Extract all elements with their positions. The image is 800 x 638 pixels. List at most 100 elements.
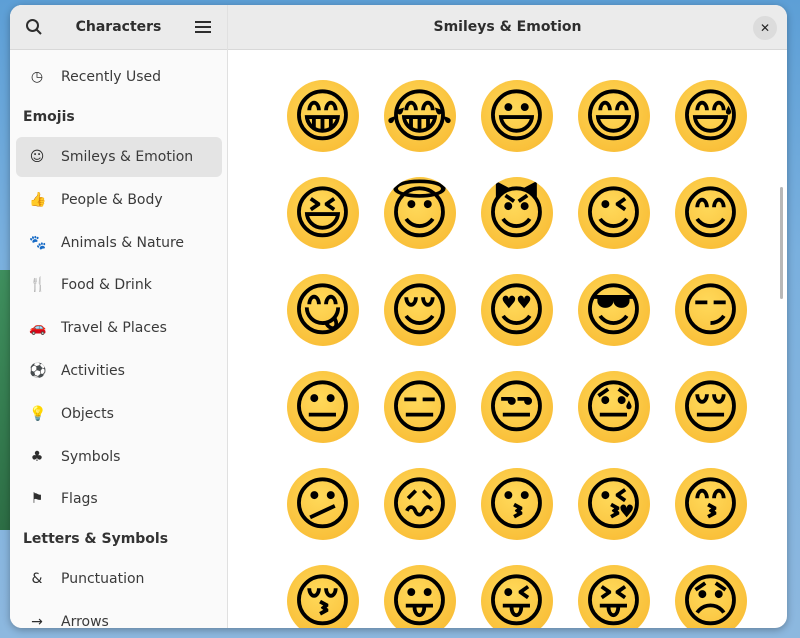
emoji-cell[interactable]: 😒 — [468, 358, 565, 455]
emoji-glyph: 😇 — [384, 177, 456, 249]
emoji-grid: 😁 😂 😃 😄 😅 😆😇 😈😉😊 😋😌 😍 😎 😏 😐😑😒😓😔 😕 😖 😗😘😙 😚😛 😜 😝 😞 — [274, 67, 759, 628]
emoji-cell[interactable]: 😍 — [468, 261, 565, 358]
sidebar-item-smileys-emotion[interactable]: ☺ Smileys & Emotion — [16, 137, 222, 177]
sidebar-item-label: Recently Used — [61, 69, 161, 85]
emoji-cell[interactable]: 😞 — [662, 552, 759, 628]
section-emojis: Emojis — [23, 109, 75, 125]
category-icon: ⚽ — [29, 363, 45, 379]
search-button[interactable] — [22, 15, 46, 39]
sidebar-item-objects[interactable]: 💡 Objects — [16, 394, 222, 434]
sidebar-item-label: Symbols — [61, 449, 120, 465]
sidebar-item-people-body[interactable]: 👍 People & Body — [16, 180, 222, 220]
emoji-glyph: 😓 — [578, 371, 650, 443]
sidebar-item-travel-places[interactable]: 🚗 Travel & Places — [16, 308, 222, 348]
category-icon: 🐾 — [29, 235, 45, 251]
emoji-glyph: 😞 — [675, 565, 747, 629]
category-icon: ☺ — [29, 149, 45, 165]
sidebar-item-symbols[interactable]: ♣ Symbols — [16, 437, 222, 477]
emoji-glyph: 😕 — [287, 468, 359, 540]
emoji-cell[interactable]: 😇 — [371, 164, 468, 261]
emoji-glyph: 😛 — [384, 565, 456, 629]
emoji-glyph: 😂 — [384, 80, 456, 152]
emoji-cell[interactable]: 😔 — [662, 358, 759, 455]
app-title: Characters — [76, 19, 162, 35]
sidebar-item-punctuation[interactable]: &Punctuation — [16, 559, 222, 599]
sidebar-header: Characters — [10, 5, 227, 50]
category-icon: ♣ — [29, 449, 45, 465]
sidebar-item-recently-used[interactable]: ◷ Recently Used — [16, 57, 222, 97]
emoji-glyph: 😃 — [481, 80, 553, 152]
emoji-cell[interactable]: 😃 — [468, 67, 565, 164]
emoji-cell[interactable]: 😆 — [274, 164, 371, 261]
sidebar-item-label: Activities — [61, 363, 125, 379]
main-header: Smileys & Emotion ✕ — [228, 5, 787, 50]
emoji-glyph: 😜 — [481, 565, 553, 629]
category-icon: & — [29, 571, 45, 587]
emoji-glyph: 😁 — [287, 80, 359, 152]
sidebar-item-label: People & Body — [61, 192, 163, 208]
search-icon — [25, 18, 43, 36]
emoji-glyph: 😏 — [675, 274, 747, 346]
sidebar-item-label: Travel & Places — [61, 320, 167, 336]
emoji-glyph: 😍 — [481, 274, 553, 346]
emoji-cell[interactable]: 😂 — [371, 67, 468, 164]
category-icon: ⚑ — [29, 491, 45, 507]
emoji-glyph: 😗 — [481, 468, 553, 540]
sidebar-item-label: Food & Drink — [61, 277, 152, 293]
characters-window: Characters ◷ Recently Used Emojis ☺ Smile… — [10, 5, 787, 628]
main-menu-button[interactable] — [191, 15, 215, 39]
sidebar-item-label: Flags — [61, 491, 98, 507]
emoji-cell[interactable]: 😕 — [274, 455, 371, 552]
category-icon: 🚗 — [29, 320, 45, 336]
emoji-cell[interactable]: 😊 — [662, 164, 759, 261]
clock-icon: ◷ — [29, 69, 45, 85]
emoji-glyph: 😎 — [578, 274, 650, 346]
scrollbar[interactable] — [780, 187, 783, 299]
emoji-cell[interactable]: 😝 — [565, 552, 662, 628]
emoji-cell[interactable]: 😓 — [565, 358, 662, 455]
emoji-glyph: 😑 — [384, 371, 456, 443]
emoji-cell[interactable]: 😄 — [565, 67, 662, 164]
emoji-cell[interactable]: 😖 — [371, 455, 468, 552]
emoji-glyph: 😄 — [578, 80, 650, 152]
emoji-cell[interactable]: 😙 — [662, 455, 759, 552]
emoji-cell[interactable]: 😁 — [274, 67, 371, 164]
main-panel: Smileys & Emotion ✕ 😁 😂 😃 😄 😅 😆😇 😈😉😊 😋😌 😍 😎 😏 😐😑😒😓😔… — [228, 5, 787, 628]
emoji-cell[interactable]: 😑 — [371, 358, 468, 455]
category-icon: 💡 — [29, 406, 45, 422]
hamburger-icon — [195, 20, 211, 34]
sidebar-item-label: Animals & Nature — [61, 235, 184, 251]
sidebar-item-flags[interactable]: ⚑ Flags — [16, 479, 222, 519]
sidebar-item-activities[interactable]: ⚽ Activities — [16, 351, 222, 391]
emoji-glyph: 😅 — [675, 80, 747, 152]
sidebar-item-label: Objects — [61, 406, 114, 422]
emoji-cell[interactable]: 😘 — [565, 455, 662, 552]
emoji-cell[interactable]: 😅 — [662, 67, 759, 164]
category-icon: 👍 — [29, 192, 45, 208]
emoji-glyph: 😈 — [481, 177, 553, 249]
sidebar-item-label: Arrows — [61, 614, 109, 628]
emoji-cell[interactable]: 😎 — [565, 261, 662, 358]
emoji-cell[interactable]: 😋 — [274, 261, 371, 358]
emoji-cell[interactable]: 😐 — [274, 358, 371, 455]
section-letters-symbols: Letters & Symbols — [23, 531, 168, 547]
emoji-cell[interactable]: 😚 — [274, 552, 371, 628]
sidebar: Characters ◷ Recently Used Emojis ☺ Smile… — [10, 5, 228, 628]
emoji-cell[interactable]: 😗 — [468, 455, 565, 552]
emoji-glyph: 😖 — [384, 468, 456, 540]
emoji-cell[interactable]: 😏 — [662, 261, 759, 358]
view-title: Smileys & Emotion — [433, 19, 581, 35]
emoji-cell[interactable]: 😌 — [371, 261, 468, 358]
emoji-glyph: 😝 — [578, 565, 650, 629]
emoji-cell[interactable]: 😉 — [565, 164, 662, 261]
sidebar-item-food-drink[interactable]: 🍴Food & Drink — [16, 265, 222, 305]
sidebar-item-arrows[interactable]: →Arrows — [16, 602, 222, 628]
sidebar-item-animals-nature[interactable]: 🐾 Animals & Nature — [16, 223, 222, 263]
sidebar-item-label: Punctuation — [61, 571, 144, 587]
emoji-glyph: 😌 — [384, 274, 456, 346]
sidebar-item-label: Smileys & Emotion — [61, 149, 193, 165]
emoji-cell[interactable]: 😈 — [468, 164, 565, 261]
emoji-cell[interactable]: 😛 — [371, 552, 468, 628]
emoji-cell[interactable]: 😜 — [468, 552, 565, 628]
close-button[interactable]: ✕ — [753, 16, 777, 40]
